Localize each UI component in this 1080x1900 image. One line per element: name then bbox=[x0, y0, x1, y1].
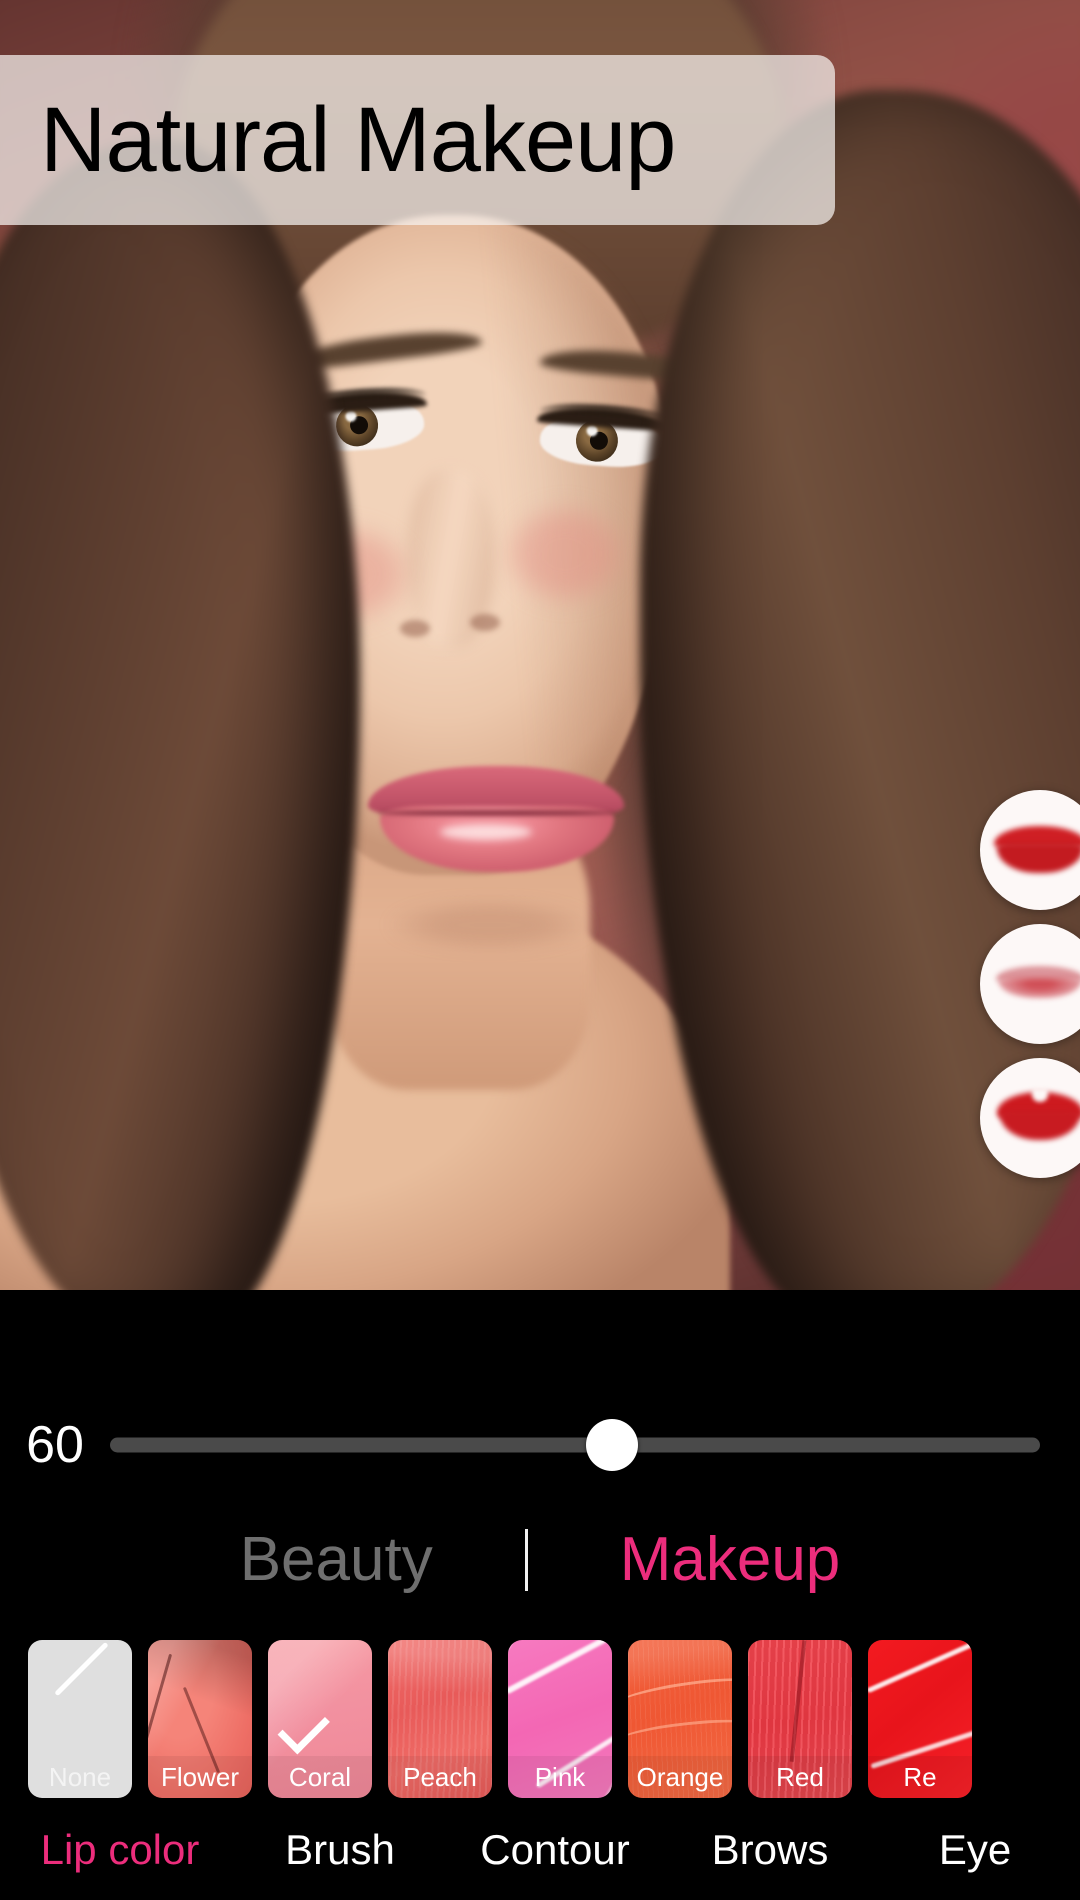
slider-value-label: 60 bbox=[26, 1416, 84, 1474]
cupids-bow-notch bbox=[1032, 1088, 1048, 1102]
swatch-re[interactable]: Re bbox=[868, 1640, 972, 1798]
page-title: Natural Makeup bbox=[40, 89, 676, 191]
swatch-red[interactable]: Red bbox=[748, 1640, 852, 1798]
nostril-left bbox=[400, 620, 430, 637]
lip-preview-1[interactable] bbox=[980, 790, 1080, 910]
lips bbox=[362, 762, 630, 880]
swatch-label: Pink bbox=[508, 1756, 612, 1798]
tab-separator bbox=[524, 1529, 528, 1591]
swatch-coral[interactable]: Coral bbox=[268, 1640, 372, 1798]
control-panel: 60 Beauty Makeup None Flower Coral Peach Pin… bbox=[0, 1290, 1080, 1900]
texture-split bbox=[789, 1640, 807, 1762]
lip-preview-list bbox=[980, 790, 1080, 1192]
swatch-label: Red bbox=[748, 1756, 852, 1798]
texture-crack bbox=[148, 1653, 173, 1761]
photo-preview[interactable]: Natural Makeup bbox=[0, 0, 1080, 1290]
nav-item-brows[interactable]: Brows bbox=[670, 1829, 870, 1871]
feature-nav-bar: Lip color Brush Contour Brows Eye bbox=[0, 1818, 1080, 1882]
lip-line bbox=[378, 810, 616, 816]
lip-color-swatch-list[interactable]: None Flower Coral Peach Pink Orange Red Re bbox=[0, 1640, 1080, 1800]
slash-icon bbox=[54, 1641, 109, 1697]
lip-preview-2[interactable] bbox=[980, 924, 1080, 1044]
swatch-label: Orange bbox=[628, 1756, 732, 1798]
mode-tab-bar: Beauty Makeup bbox=[0, 1505, 1080, 1615]
nav-item-lip-color[interactable]: Lip color bbox=[0, 1829, 240, 1871]
nav-item-eye[interactable]: Eye bbox=[870, 1829, 1080, 1871]
lip-preview-lower bbox=[999, 978, 1080, 998]
swatch-peach[interactable]: Peach bbox=[388, 1640, 492, 1798]
texture-wave bbox=[628, 1714, 732, 1756]
texture-gloss bbox=[868, 1640, 972, 1694]
swatch-label: Coral bbox=[268, 1756, 372, 1798]
swatch-none[interactable]: None bbox=[28, 1640, 132, 1798]
tab-makeup[interactable]: Makeup bbox=[620, 1529, 841, 1591]
chin-shadow bbox=[390, 900, 590, 950]
hair-left bbox=[0, 140, 360, 1290]
swatch-label: Re bbox=[868, 1756, 972, 1798]
swatch-label: None bbox=[48, 1762, 112, 1792]
slider-track[interactable] bbox=[110, 1437, 1040, 1453]
app-root: Natural Makeup 60 Beauty Makeup None Flo… bbox=[0, 0, 1080, 1900]
swatch-pink[interactable]: Pink bbox=[508, 1640, 612, 1798]
slider-track-wrapper[interactable] bbox=[110, 1405, 1040, 1485]
intensity-slider-row: 60 bbox=[0, 1405, 1080, 1485]
nostril-right bbox=[470, 614, 500, 631]
title-banner: Natural Makeup bbox=[0, 55, 835, 225]
eye-right bbox=[537, 400, 671, 471]
slider-thumb[interactable] bbox=[586, 1419, 639, 1471]
lip-preview-3[interactable] bbox=[980, 1058, 1080, 1178]
nav-item-contour[interactable]: Contour bbox=[440, 1829, 670, 1871]
swatch-flower[interactable]: Flower bbox=[148, 1640, 252, 1798]
lip-gloss-highlight bbox=[440, 824, 532, 840]
swatch-label: Flower bbox=[148, 1756, 252, 1798]
cheek-right bbox=[500, 500, 630, 608]
lip-preview-lower bbox=[997, 843, 1080, 873]
nav-item-brush[interactable]: Brush bbox=[240, 1829, 440, 1871]
texture-streak bbox=[508, 1640, 612, 1695]
swatch-label: Peach bbox=[388, 1756, 492, 1798]
lip-preview-lower bbox=[1000, 1110, 1080, 1140]
texture-wave bbox=[628, 1671, 732, 1719]
swatch-orange[interactable]: Orange bbox=[628, 1640, 732, 1798]
tab-beauty[interactable]: Beauty bbox=[240, 1529, 433, 1591]
